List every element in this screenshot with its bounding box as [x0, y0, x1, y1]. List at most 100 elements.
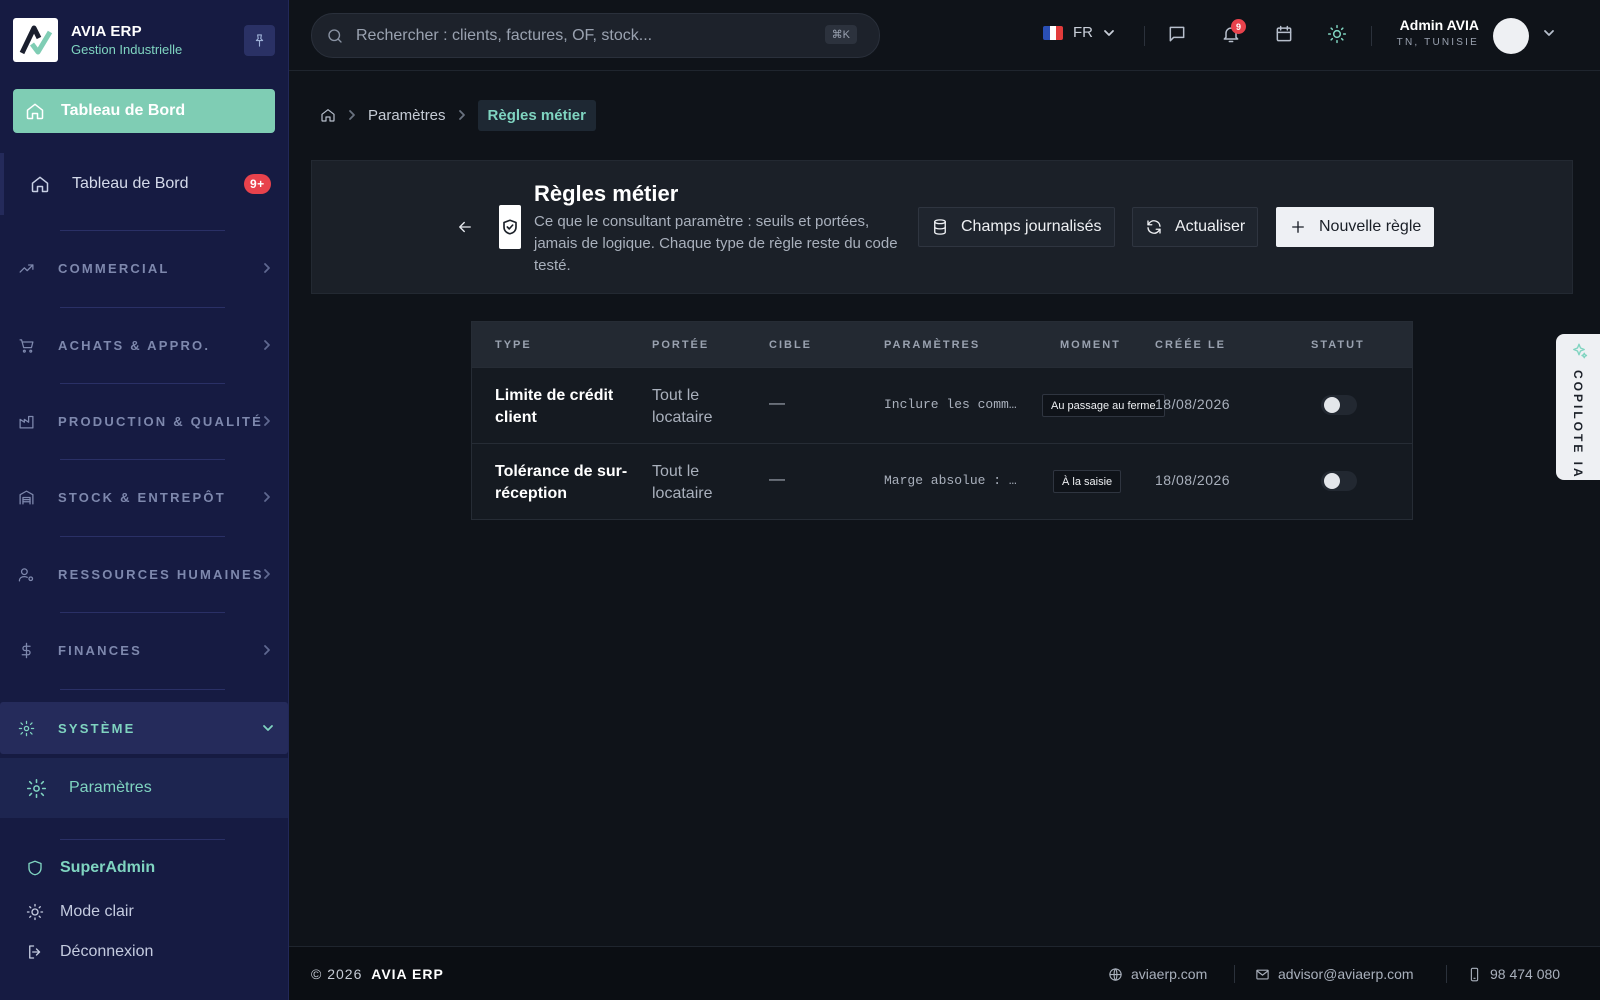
sidebar-section-achats[interactable]: ACHATS & APPRO. [0, 320, 289, 370]
brand-title: AVIA ERP [71, 23, 142, 40]
copilot-label: COPILOTE IA [1571, 370, 1585, 480]
cell-target: — [769, 395, 785, 412]
language-selector[interactable]: FR [1043, 24, 1115, 41]
sidebar: AVIA ERP Gestion Industrielle Tableau de… [0, 0, 289, 1000]
footer-email-link[interactable]: advisor@aviaerp.com [1255, 966, 1414, 982]
sidebar-section-systeme[interactable]: SYSTÈME [0, 702, 288, 754]
sidebar-section-label: FINANCES [58, 642, 143, 658]
column-header-scope[interactable]: PORTÉE [652, 339, 709, 351]
theme-toggle-button[interactable]: Mode clair [26, 903, 134, 921]
sidebar-section-label: SYSTÈME [58, 720, 136, 736]
button-label: Nouvelle règle [1319, 218, 1422, 235]
footer-phone-link[interactable]: 98 474 080 [1467, 966, 1560, 982]
divider [60, 689, 225, 690]
arrow-left-icon [459, 221, 471, 233]
table-row[interactable]: Tolérance de sur-réception Tout le locat… [472, 443, 1412, 519]
chevron-down-icon [1104, 29, 1114, 36]
column-header-type[interactable]: TYPE [495, 339, 532, 351]
sidebar-item-parametres[interactable]: Paramètres [0, 758, 288, 818]
breadcrumb-parent[interactable]: Paramètres [368, 107, 446, 124]
column-header-created[interactable]: CRÉÉE LE [1155, 339, 1226, 351]
divider [60, 383, 225, 384]
sidebar-section-production[interactable]: PRODUCTION & QUALITÉ [0, 396, 289, 446]
divider [60, 839, 225, 840]
shield-check-icon [499, 205, 521, 249]
sidebar-section-commercial[interactable]: COMMERCIAL [0, 243, 289, 293]
column-header-params[interactable]: PARAMÈTRES [884, 339, 980, 351]
cell-type: Limite de crédit client [495, 387, 614, 426]
language-label: FR [1073, 24, 1093, 41]
chevron-right-icon [264, 416, 270, 426]
divider [1446, 965, 1447, 983]
sidebar-section-label: RESSOURCES HUMAINES [58, 566, 264, 582]
cell-target: — [769, 471, 785, 488]
shield-icon [28, 860, 42, 876]
chevron-right-icon [264, 340, 270, 350]
status-toggle[interactable] [1321, 395, 1357, 415]
logout-button[interactable]: Déconnexion [26, 943, 153, 961]
search-shortcut-badge: ⌘K [824, 25, 857, 44]
cell-scope: Tout le locataire [652, 387, 713, 426]
toggle-knob [1324, 397, 1340, 413]
trending-up-icon [19, 263, 34, 273]
column-header-target[interactable]: CIBLE [769, 339, 812, 351]
mail-icon [1256, 969, 1269, 979]
calendar-button[interactable] [1274, 24, 1294, 44]
table-row[interactable]: Limite de crédit client Tout le locatair… [472, 367, 1412, 443]
button-label: Actualiser [1175, 218, 1246, 235]
user-menu[interactable]: Admin AVIA TN, TUNISIE [1319, 17, 1479, 48]
column-header-moment[interactable]: MOMENT [1060, 339, 1121, 351]
new-rule-button[interactable]: Nouvelle règle [1276, 207, 1435, 247]
sidebar-item-label: Paramètres [69, 779, 152, 796]
sidebar-item-label: Tableau de Bord [72, 175, 189, 192]
logout-icon [29, 945, 41, 959]
refresh-button[interactable]: Actualiser [1132, 207, 1259, 247]
brand[interactable]: AVIA ERP Gestion Industrielle [13, 18, 182, 62]
sidebar-section-label: ACHATS & APPRO. [58, 337, 211, 353]
gear-icon [18, 720, 35, 736]
user-location: TN, TUNISIE [1396, 37, 1479, 48]
user-menu-chevron[interactable] [1543, 28, 1555, 38]
sparkles-icon [1573, 343, 1588, 359]
theme-label: Mode clair [60, 903, 134, 920]
calendar-icon [1276, 25, 1292, 42]
page-footer: © 2026 AVIA ERP aviaerp.com advisor@avia… [289, 946, 1600, 1000]
search-input[interactable] [356, 26, 816, 45]
user-name: Admin AVIA [1399, 17, 1479, 33]
copilot-tab[interactable]: COPILOTE IA [1556, 334, 1600, 480]
messages-button[interactable] [1167, 24, 1187, 44]
logged-fields-button[interactable]: Champs journalisés [918, 207, 1115, 247]
global-search[interactable]: ⌘K [311, 13, 880, 58]
sidebar-section-label: COMMERCIAL [58, 260, 170, 276]
divider [60, 612, 225, 613]
pin-sidebar-button[interactable] [244, 25, 275, 56]
cell-params: Inclure les comm… [884, 397, 1017, 412]
sidebar-section-rh[interactable]: RESSOURCES HUMAINES [0, 549, 289, 599]
sidebar-section-stock[interactable]: STOCK & ENTREPÔT [0, 472, 289, 522]
plus-icon [1292, 221, 1304, 233]
breadcrumb-home[interactable] [320, 107, 336, 123]
home-icon [31, 176, 49, 193]
sidebar-item-dashboard[interactable]: Tableau de Bord 9+ [0, 153, 289, 215]
cell-scope: Tout le locataire [652, 463, 713, 502]
logout-label: Déconnexion [60, 943, 154, 960]
role-superadmin[interactable]: SuperAdmin [26, 859, 155, 877]
sidebar-section-label: STOCK & ENTREPÔT [58, 489, 226, 505]
role-label: SuperAdmin [60, 859, 156, 876]
divider [60, 459, 225, 460]
divider [60, 307, 225, 308]
notifications-button[interactable]: 9 [1221, 19, 1246, 44]
sidebar-section-finances[interactable]: FINANCES [0, 625, 289, 675]
copyright: © 2026 AVIA ERP [311, 966, 444, 982]
avatar[interactable] [1493, 18, 1529, 54]
page-title: Règles métier [534, 181, 679, 206]
divider [60, 536, 225, 537]
footer-website-link[interactable]: aviaerp.com [1108, 966, 1207, 982]
column-header-status[interactable]: STATUT [1311, 339, 1365, 351]
home-icon [321, 109, 335, 122]
back-button[interactable] [456, 218, 474, 236]
dashboard-main-button[interactable]: Tableau de Bord [13, 89, 275, 133]
rules-table: TYPE PORTÉE CIBLE PARAMÈTRES MOMENT CRÉÉ… [471, 321, 1413, 520]
status-toggle[interactable] [1321, 471, 1357, 491]
cart-icon [19, 338, 34, 353]
